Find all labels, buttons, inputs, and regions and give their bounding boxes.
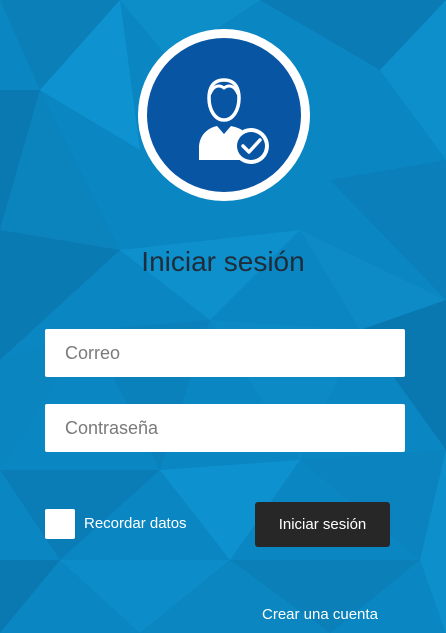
avatar-disc: [147, 38, 301, 192]
login-button[interactable]: Iniciar sesión: [255, 502, 390, 547]
remember-checkbox[interactable]: [45, 509, 75, 539]
password-field[interactable]: [45, 404, 405, 452]
remember-row: Recordar datos: [45, 509, 187, 539]
create-account-link[interactable]: Crear una cuenta: [262, 605, 378, 625]
remember-label[interactable]: Recordar datos: [84, 509, 187, 539]
avatar: [138, 29, 310, 201]
page-title: Iniciar sesión: [141, 246, 305, 277]
email-field[interactable]: [45, 329, 405, 377]
user-check-icon: [199, 78, 269, 164]
